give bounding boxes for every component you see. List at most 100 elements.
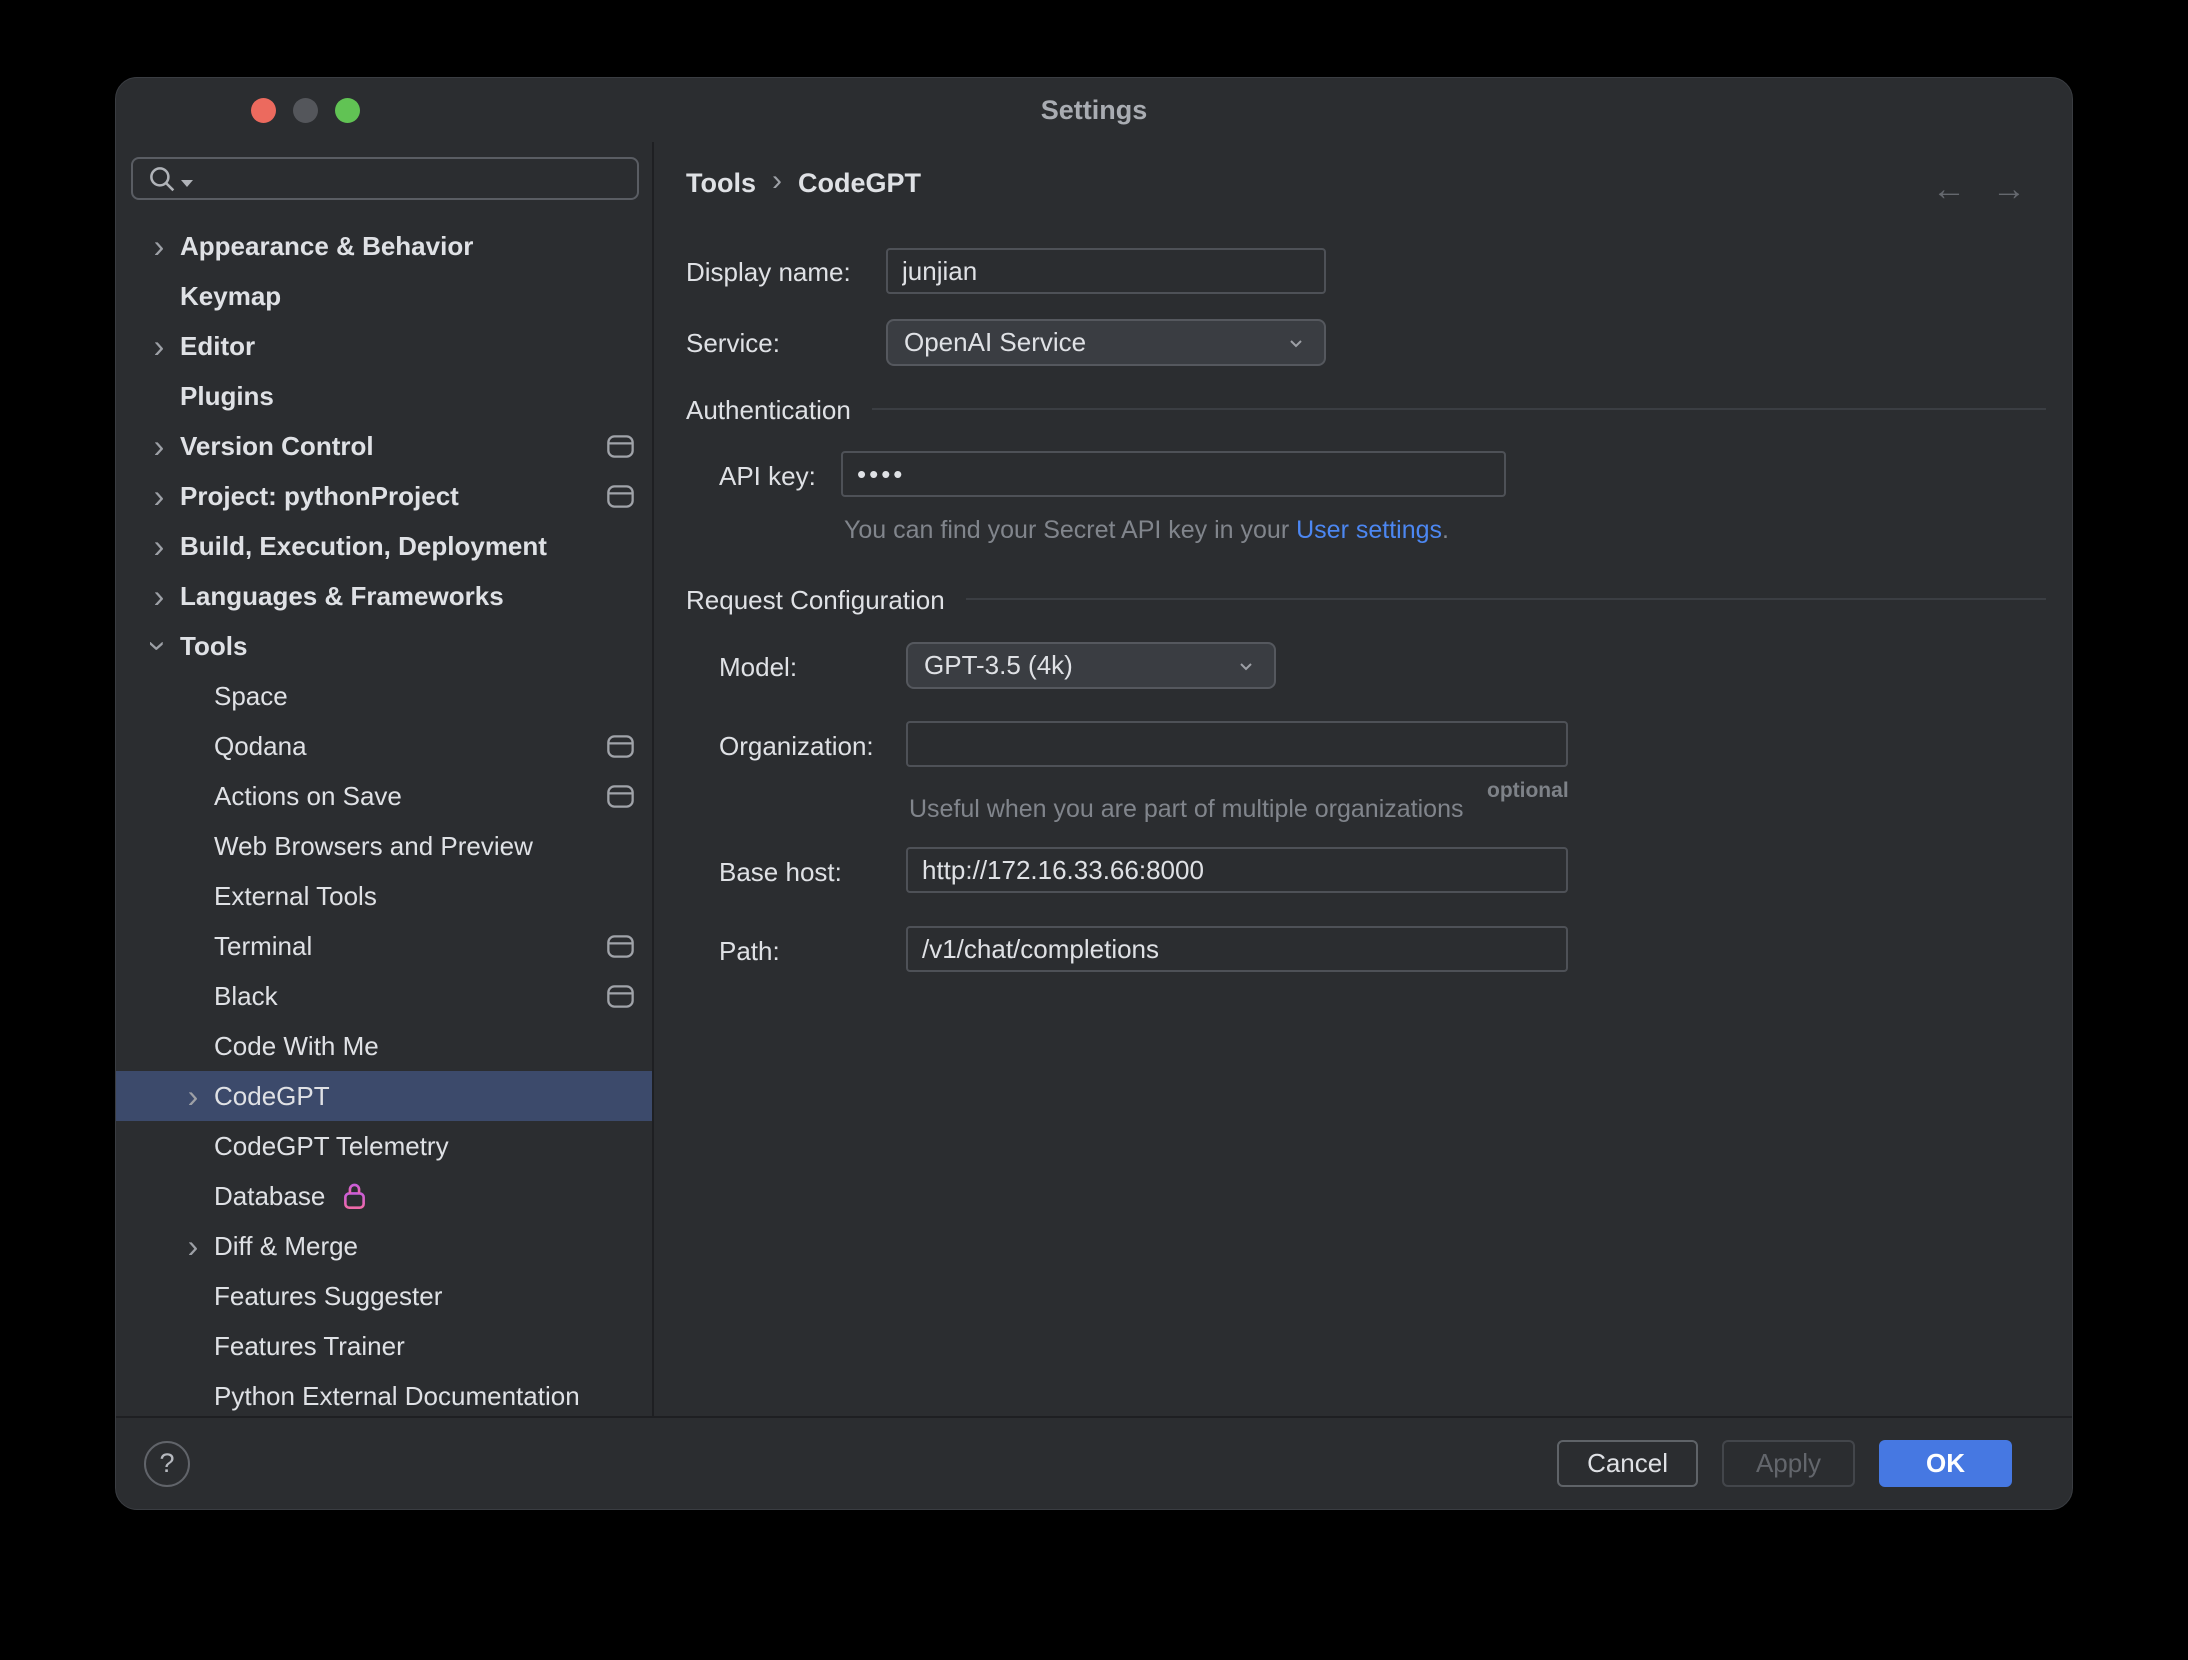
per-project-setting-icon: [607, 935, 634, 958]
sidebar-item-black[interactable]: › Black: [116, 971, 652, 1021]
chevron-down-icon: [1234, 654, 1258, 678]
back-arrow-icon[interactable]: ←: [1932, 170, 1966, 209]
optional-tag: optional: [1487, 779, 1569, 803]
organization-helper: Useful when you are part of multiple org…: [909, 795, 1463, 824]
sidebar-item-editor[interactable]: › Editor: [116, 321, 652, 371]
sidebar-item-version-control[interactable]: › Version Control: [116, 421, 652, 471]
sidebar-item-code-with-me[interactable]: › Code With Me: [116, 1021, 652, 1071]
sidebar-item-label: Keymap: [180, 281, 281, 312]
dialog-footer: ? Cancel Apply OK: [116, 1416, 2072, 1509]
sidebar-item-tools[interactable]: › Tools: [116, 621, 652, 671]
sidebar-item-label: CodeGPT: [214, 1081, 330, 1112]
organization-input[interactable]: [906, 721, 1568, 767]
sidebar-item-languages-frameworks[interactable]: › Languages & Frameworks: [116, 571, 652, 621]
sidebar-item-label: Plugins: [180, 381, 274, 412]
history-nav: ← →: [1932, 170, 2026, 209]
per-project-setting-icon: [607, 485, 634, 508]
sidebar-item-label: Tools: [180, 631, 247, 662]
sidebar-item-plugins[interactable]: › Plugins: [116, 371, 652, 421]
sidebar-item-label: Terminal: [214, 931, 312, 962]
search-icon: [145, 162, 179, 196]
api-key-label: API key:: [719, 461, 816, 492]
sidebar-item-label: Languages & Frameworks: [180, 581, 504, 612]
sidebar-item-label: Code With Me: [214, 1031, 379, 1062]
settings-search-input[interactable]: [131, 157, 639, 200]
chevron-right-icon: ›: [176, 1080, 210, 1112]
api-key-helper-text: You can find your Secret API key in your: [844, 516, 1296, 544]
sidebar-item-label: Web Browsers and Preview: [214, 831, 533, 862]
base-host-input[interactable]: [906, 847, 1568, 893]
sidebar-item-codegpt[interactable]: › CodeGPT: [116, 1071, 652, 1121]
path-label: Path:: [719, 936, 780, 967]
sidebar-item-label: Actions on Save: [214, 781, 402, 812]
forward-arrow-icon[interactable]: →: [1992, 170, 2026, 209]
authentication-section-rule: [872, 408, 2046, 410]
api-key-helper-period: .: [1442, 516, 1449, 544]
chevron-right-icon: ›: [176, 1230, 210, 1262]
model-select-value: GPT-3.5 (4k): [924, 650, 1073, 681]
sidebar-item-label: Editor: [180, 331, 255, 362]
breadcrumb: Tools › CodeGPT: [686, 166, 921, 200]
base-host-label: Base host:: [719, 857, 842, 888]
settings-sidebar: › Appearance & Behavior › Keymap › Edito…: [116, 142, 654, 1416]
sidebar-item-label: Features Trainer: [214, 1331, 405, 1362]
chevron-right-icon: ›: [142, 530, 176, 562]
sidebar-item-appearance-behavior[interactable]: › Appearance & Behavior: [116, 221, 652, 271]
sidebar-item-build-execution-deployment[interactable]: › Build, Execution, Deployment: [116, 521, 652, 571]
chevron-right-icon: ›: [142, 330, 176, 362]
chevron-right-icon: ›: [142, 580, 176, 612]
organization-label: Organization:: [719, 731, 874, 762]
sidebar-item-project-pythonproject[interactable]: › Project: pythonProject: [116, 471, 652, 521]
sidebar-item-label: Space: [214, 681, 288, 712]
sidebar-item-database[interactable]: › Database: [116, 1171, 652, 1221]
settings-window: Settings › Appearance & Behavior › Keyma…: [115, 77, 2073, 1510]
api-key-input[interactable]: [841, 451, 1506, 497]
display-name-input[interactable]: [886, 248, 1326, 294]
apply-button[interactable]: Apply: [1722, 1440, 1855, 1487]
titlebar[interactable]: Settings: [116, 78, 2072, 142]
sidebar-item-actions-on-save[interactable]: › Actions on Save: [116, 771, 652, 821]
authentication-section-title: Authentication: [686, 395, 851, 426]
request-configuration-section-title: Request Configuration: [686, 585, 945, 616]
request-configuration-section-rule: [966, 598, 2046, 600]
chevron-down-icon: ›: [143, 629, 175, 663]
breadcrumb-separator-icon: ›: [772, 166, 782, 200]
user-settings-link[interactable]: User settings: [1296, 516, 1442, 544]
per-project-setting-icon: [607, 435, 634, 458]
sidebar-item-features-trainer[interactable]: › Features Trainer: [116, 1321, 652, 1371]
sidebar-item-codegpt-telemetry[interactable]: › CodeGPT Telemetry: [116, 1121, 652, 1171]
breadcrumb-tools[interactable]: Tools: [686, 168, 756, 199]
chevron-right-icon: ›: [142, 230, 176, 262]
service-select[interactable]: OpenAI Service: [886, 319, 1326, 366]
sidebar-item-label: External Tools: [214, 881, 377, 912]
help-button[interactable]: ?: [144, 1441, 190, 1487]
sidebar-item-diff-merge[interactable]: › Diff & Merge: [116, 1221, 652, 1271]
cancel-button[interactable]: Cancel: [1557, 1440, 1698, 1487]
ok-button[interactable]: OK: [1879, 1440, 2012, 1487]
sidebar-item-python-external-documentation[interactable]: › Python External Documentation: [116, 1371, 652, 1416]
sidebar-item-terminal[interactable]: › Terminal: [116, 921, 652, 971]
sidebar-item-label: Qodana: [214, 731, 307, 762]
per-project-setting-icon: [607, 985, 634, 1008]
display-name-label: Display name:: [686, 257, 851, 288]
service-label: Service:: [686, 328, 780, 359]
sidebar-item-label: Appearance & Behavior: [180, 231, 473, 262]
sidebar-item-label: Features Suggester: [214, 1281, 442, 1312]
model-label: Model:: [719, 652, 797, 683]
per-project-setting-icon: [607, 735, 634, 758]
chevron-right-icon: ›: [142, 430, 176, 462]
sidebar-item-qodana[interactable]: › Qodana: [116, 721, 652, 771]
sidebar-item-label: Build, Execution, Deployment: [180, 531, 547, 562]
sidebar-item-external-tools[interactable]: › External Tools: [116, 871, 652, 921]
sidebar-item-label: Database: [214, 1181, 325, 1212]
model-select[interactable]: GPT-3.5 (4k): [906, 642, 1276, 689]
sidebar-item-features-suggester[interactable]: › Features Suggester: [116, 1271, 652, 1321]
path-input[interactable]: [906, 926, 1568, 972]
sidebar-item-space[interactable]: › Space: [116, 671, 652, 721]
sidebar-item-label: Project: pythonProject: [180, 481, 459, 512]
per-project-setting-icon: [607, 785, 634, 808]
breadcrumb-codegpt: CodeGPT: [798, 168, 921, 199]
sidebar-item-keymap[interactable]: › Keymap: [116, 271, 652, 321]
sidebar-item-web-browsers-and-preview[interactable]: › Web Browsers and Preview: [116, 821, 652, 871]
window-title: Settings: [116, 78, 2072, 142]
